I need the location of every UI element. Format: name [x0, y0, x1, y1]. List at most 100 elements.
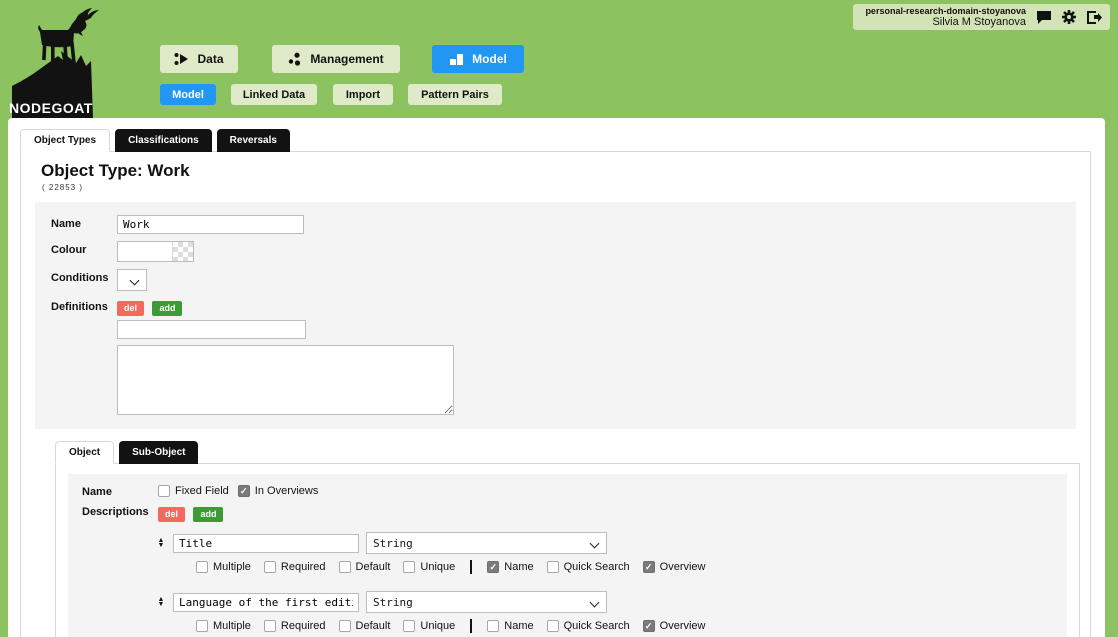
tab-sub-object-label: Sub-Object: [132, 447, 185, 458]
fixed-field-option[interactable]: Fixed Field: [158, 485, 229, 497]
definition-name-input[interactable]: [117, 320, 306, 339]
nodegoat-logo[interactable]: NODEGOAT: [6, 4, 108, 118]
object-type-form: Name Colour Conditions Definitions del a…: [35, 202, 1076, 429]
checkbox-group-separator: [470, 619, 472, 633]
subnav-import-label: Import: [346, 89, 380, 101]
quick-search-option[interactable]: Quick Search: [547, 561, 630, 573]
object-type-id: ( 22853 ): [42, 183, 1090, 192]
tab-object[interactable]: Object: [55, 441, 114, 464]
descriptions-add-button[interactable]: add: [193, 507, 223, 522]
tab-object-label: Object: [69, 447, 100, 458]
object-form: Name Fixed Field In Overviews Descripti: [68, 474, 1067, 637]
nav-data-label: Data: [197, 52, 223, 66]
descriptions-del-button[interactable]: del: [158, 507, 185, 522]
checkbox-group-separator: [470, 560, 472, 574]
unique-option[interactable]: Unique: [403, 561, 455, 573]
name-option[interactable]: Name: [487, 620, 533, 632]
multiple-option[interactable]: Multiple: [196, 620, 251, 632]
user-domain: personal-research-domain-stoyanova: [865, 6, 1026, 16]
subnav-linked-data-label: Linked Data: [243, 89, 305, 101]
unique-option[interactable]: Unique: [403, 620, 455, 632]
subnav-model-button[interactable]: Model: [160, 84, 216, 105]
user-account-box[interactable]: personal-research-domain-stoyanova Silvi…: [853, 4, 1110, 30]
description-type-select[interactable]: String: [366, 532, 607, 554]
tab-classifications[interactable]: Classifications: [115, 129, 212, 152]
tab-classifications-label: Classifications: [128, 135, 199, 146]
definition-text-area[interactable]: [117, 345, 454, 415]
colour-value-field[interactable]: [118, 242, 173, 261]
fixed-field-checkbox[interactable]: [158, 485, 170, 497]
sort-handle-icon[interactable]: [156, 597, 166, 607]
subnav-model-label: Model: [172, 89, 204, 101]
colour-transparency-swatch[interactable]: [173, 242, 193, 261]
overview-option[interactable]: Overview: [643, 620, 706, 632]
name-option[interactable]: Name: [487, 561, 533, 573]
tab-object-types-label: Object Types: [34, 135, 96, 146]
name-input[interactable]: [117, 215, 304, 234]
main-tabs: Object Types Classifications Reversals: [20, 129, 290, 152]
quick-search-checkbox[interactable]: [547, 620, 559, 632]
multiple-checkbox[interactable]: [196, 561, 208, 573]
definitions-del-button[interactable]: del: [117, 301, 144, 316]
object-name-label: Name: [82, 484, 158, 498]
main-content: Object Types Classifications Reversals O…: [8, 118, 1105, 637]
settings-gear-icon[interactable]: [1061, 9, 1077, 25]
conditions-select[interactable]: [117, 269, 147, 291]
name-label: Name: [51, 215, 117, 230]
subnav-pattern-pairs-button[interactable]: Pattern Pairs: [408, 84, 502, 105]
definitions-label: Definitions: [51, 298, 117, 313]
unique-checkbox[interactable]: [403, 620, 415, 632]
in-overviews-checkbox[interactable]: [238, 485, 250, 497]
in-overviews-label: In Overviews: [255, 485, 319, 497]
default-checkbox[interactable]: [339, 561, 351, 573]
nav-model-button[interactable]: Model: [432, 45, 524, 73]
logout-icon[interactable]: [1086, 10, 1102, 25]
tab-object-types[interactable]: Object Types: [20, 129, 110, 152]
definitions-add-button[interactable]: add: [152, 301, 182, 316]
overview-checkbox[interactable]: [643, 561, 655, 573]
logo-wordmark: NODEGOAT: [9, 100, 93, 116]
required-checkbox[interactable]: [264, 561, 276, 573]
description-type-value: String: [373, 596, 413, 609]
overview-checkbox[interactable]: [643, 620, 655, 632]
required-option[interactable]: Required: [264, 620, 326, 632]
description-type-value: String: [373, 537, 413, 550]
description-name-input[interactable]: [173, 593, 359, 612]
in-overviews-option[interactable]: In Overviews: [238, 485, 319, 497]
unique-checkbox[interactable]: [403, 561, 415, 573]
required-option[interactable]: Required: [264, 561, 326, 573]
sort-handle-icon[interactable]: [156, 538, 166, 548]
description-name-input[interactable]: [173, 534, 359, 553]
colour-label: Colour: [51, 241, 117, 256]
nav-data-button[interactable]: Data: [160, 45, 238, 73]
nav-management-label: Management: [310, 52, 383, 66]
object-subobject-tabs: Object Sub-Object: [55, 441, 1090, 464]
tab-sub-object[interactable]: Sub-Object: [119, 441, 198, 464]
messages-icon[interactable]: [1036, 10, 1052, 25]
subnav-import-button[interactable]: Import: [333, 84, 393, 105]
default-checkbox[interactable]: [339, 620, 351, 632]
subnav-pattern-pairs-label: Pattern Pairs: [421, 89, 489, 101]
multiple-option[interactable]: Multiple: [196, 561, 251, 573]
name-checkbox[interactable]: [487, 620, 499, 632]
description-type-select[interactable]: String: [366, 591, 607, 613]
nav-management-button[interactable]: Management: [272, 45, 400, 73]
model-icon: [449, 52, 464, 66]
subnav-linked-data-button[interactable]: Linked Data: [231, 84, 317, 105]
object-panel: Name Fixed Field In Overviews Descripti: [55, 463, 1080, 637]
quick-search-checkbox[interactable]: [547, 561, 559, 573]
tab-reversals[interactable]: Reversals: [217, 129, 290, 152]
description-row: String Multiple Required: [156, 532, 1053, 574]
default-option[interactable]: Default: [339, 620, 391, 632]
colour-picker[interactable]: [117, 241, 194, 262]
description-row: String Multiple Required: [156, 591, 1053, 633]
name-checkbox[interactable]: [487, 561, 499, 573]
multiple-checkbox[interactable]: [196, 620, 208, 632]
tab-reversals-label: Reversals: [230, 135, 277, 146]
quick-search-option[interactable]: Quick Search: [547, 620, 630, 632]
default-option[interactable]: Default: [339, 561, 391, 573]
overview-option[interactable]: Overview: [643, 561, 706, 573]
required-checkbox[interactable]: [264, 620, 276, 632]
data-icon: [174, 52, 189, 66]
user-name: Silvia M Stoyanova: [865, 16, 1026, 29]
